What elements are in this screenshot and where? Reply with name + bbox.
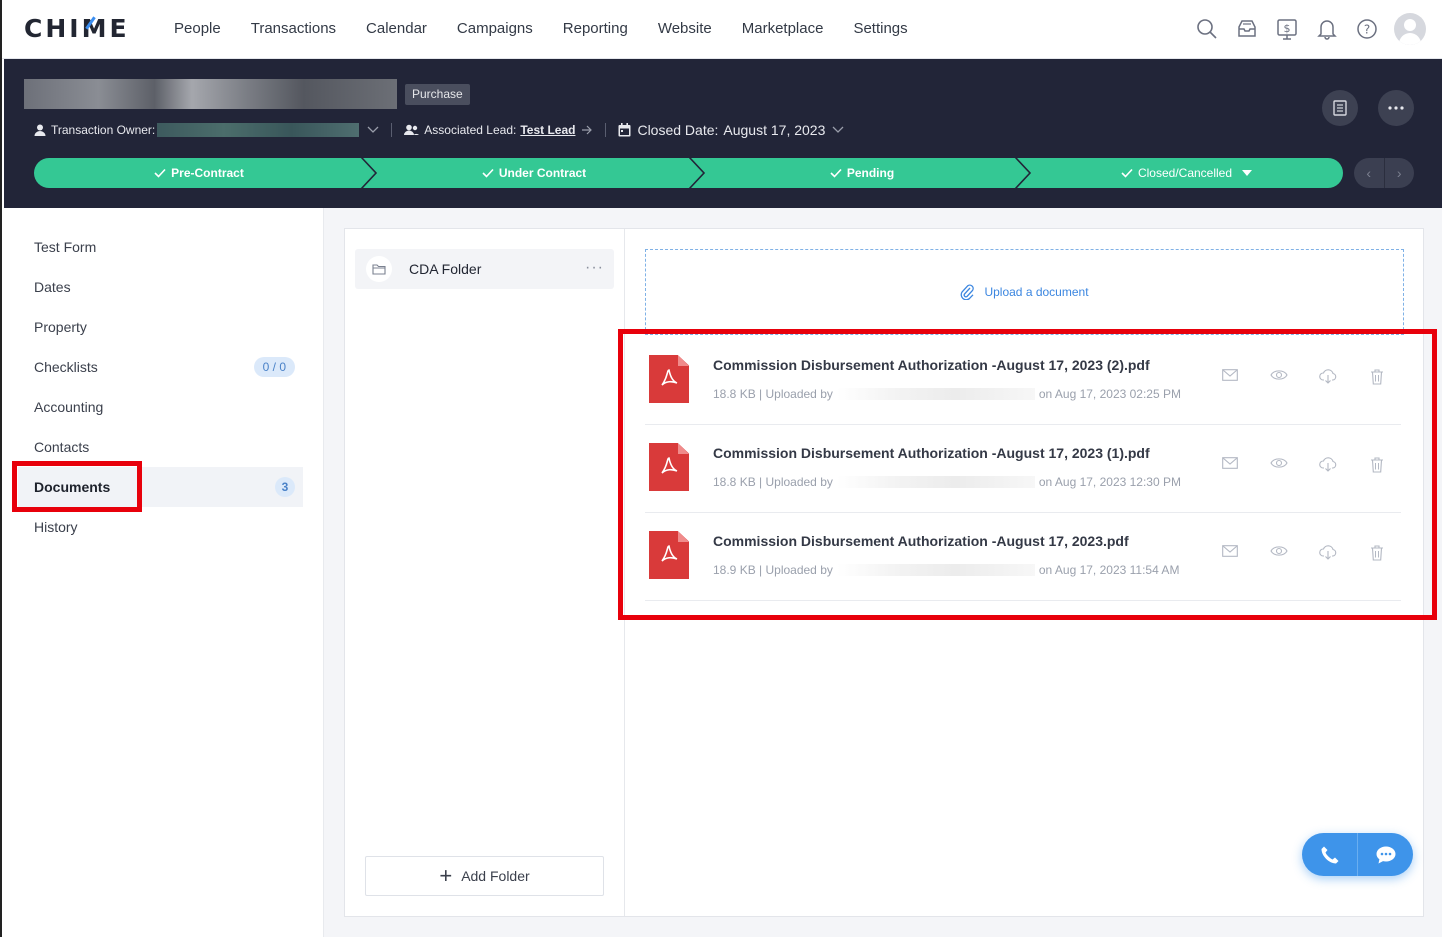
stage-label: Closed/Cancelled: [1137, 166, 1233, 180]
person-icon: [34, 124, 46, 136]
nav-marketplace[interactable]: Marketplace: [742, 20, 824, 37]
stage-under-contract[interactable]: Under Contract: [364, 158, 704, 188]
people-icon: [404, 124, 420, 135]
divider: [391, 123, 393, 137]
documents-count-badge: 3: [275, 477, 295, 497]
check-icon: [1121, 168, 1133, 178]
owner-name-redacted[interactable]: [157, 123, 360, 137]
add-folder-label: Add Folder: [461, 868, 530, 884]
paperclip-icon: [961, 284, 975, 300]
chat-icon[interactable]: [1358, 833, 1413, 876]
sidebar-item-label: History: [34, 519, 78, 535]
stage-label: Pre-Contract: [171, 166, 244, 180]
check-icon: [154, 168, 166, 178]
sidebar-item-label: Contacts: [34, 439, 90, 455]
chime-logo[interactable]: CHIME: [24, 14, 130, 43]
nav-people[interactable]: People: [174, 20, 221, 37]
stage-closed-cancelled[interactable]: Closed/Cancelled: [1030, 158, 1343, 188]
folder-more-icon[interactable]: ···: [585, 259, 604, 277]
chevron-right-icon[interactable]: ›: [1385, 158, 1415, 188]
nav-website[interactable]: Website: [658, 20, 712, 37]
sidebar-item-test-form[interactable]: Test Form: [18, 227, 303, 267]
divider: [605, 123, 607, 137]
stage-scroll-arrows: ‹ ›: [1354, 158, 1414, 188]
nav-reporting[interactable]: Reporting: [563, 20, 628, 37]
check-icon: [830, 168, 842, 178]
checklist-count-badge: 0 / 0: [253, 357, 295, 377]
plus-icon: +: [439, 863, 453, 888]
user-avatar[interactable]: [1394, 13, 1426, 45]
help-icon[interactable]: ?: [1354, 13, 1380, 45]
sidebar-item-dates[interactable]: Dates: [18, 267, 303, 307]
pipeline-stages: Pre-Contract Under Contract Pending Clos…: [34, 157, 1343, 189]
folder-icon: [366, 256, 392, 282]
folder-name: CDA Folder: [409, 261, 482, 277]
transaction-header: Purchase Transaction Owner: Associated L…: [4, 59, 1442, 208]
phone-icon[interactable]: [1302, 833, 1358, 876]
svg-text:$: $: [1284, 22, 1291, 35]
top-nav: CHIME People Transactions Calendar Campa…: [2, 0, 1442, 59]
stage-label: Under Contract: [498, 166, 587, 180]
sidebar-item-checklists[interactable]: Checklists 0 / 0: [18, 347, 303, 387]
transaction-type-tag: Purchase: [405, 84, 470, 105]
check-icon: [482, 168, 494, 178]
document-icon: [1333, 100, 1347, 116]
nav-campaigns[interactable]: Campaigns: [457, 20, 533, 37]
sidebar-item-property[interactable]: Property: [18, 307, 303, 347]
stage-pre-contract[interactable]: Pre-Contract: [34, 158, 364, 188]
sidebar-item-label: Checklists: [34, 359, 98, 375]
inbox-icon[interactable]: [1234, 13, 1260, 45]
svg-text:?: ?: [1364, 23, 1370, 37]
contact-fab: [1302, 833, 1413, 876]
arrow-right-icon[interactable]: [581, 125, 593, 135]
lead-label: Associated Lead:: [424, 123, 517, 137]
ellipsis-icon: [1388, 106, 1404, 110]
notes-button[interactable]: [1322, 90, 1358, 126]
search-icon[interactable]: [1194, 13, 1220, 45]
highlight-box-documents: [12, 461, 142, 512]
chevron-down-icon[interactable]: [832, 126, 844, 134]
owner-label: Transaction Owner:: [51, 123, 156, 137]
app-window: CHIME People Transactions Calendar Campa…: [0, 0, 1442, 937]
nav-calendar[interactable]: Calendar: [366, 20, 427, 37]
sidebar-item-label: Test Form: [34, 239, 97, 255]
sidebar-item-accounting[interactable]: Accounting: [18, 387, 303, 427]
closed-date-label: Closed Date:: [637, 122, 719, 138]
stage-pending[interactable]: Pending: [704, 158, 1020, 188]
folder-list: CDA Folder ··· + Add Folder: [345, 229, 625, 916]
nav-transactions[interactable]: Transactions: [251, 20, 336, 37]
stage-label: Pending: [846, 166, 895, 180]
calendar-icon: [618, 123, 631, 137]
folder-item[interactable]: CDA Folder ···: [355, 249, 614, 289]
sidebar-item-label: Accounting: [34, 399, 104, 415]
upload-dropzone[interactable]: Upload a document: [645, 249, 1404, 335]
caret-down-icon: [1242, 170, 1253, 176]
transaction-title-redacted: [24, 79, 397, 109]
highlight-box-document-list: [618, 329, 1437, 620]
sidebar-item-history[interactable]: History: [18, 507, 303, 547]
upload-label: Upload a document: [984, 285, 1089, 299]
transaction-meta: Transaction Owner: Associated Lead: Test…: [34, 121, 844, 139]
main-nav: People Transactions Calendar Campaigns R…: [174, 20, 938, 37]
nav-settings[interactable]: Settings: [853, 20, 907, 37]
sidebar-item-label: Property: [34, 319, 87, 335]
nav-icon-group: $ ?: [1194, 13, 1426, 45]
lead-link[interactable]: Test Lead: [520, 123, 575, 137]
transaction-sidebar: Test Form Dates Property Checklists 0 / …: [4, 208, 324, 937]
more-options-button[interactable]: [1378, 90, 1414, 126]
sidebar-item-label: Dates: [34, 279, 71, 295]
chevron-down-icon[interactable]: [367, 126, 379, 134]
bell-icon[interactable]: [1314, 13, 1340, 45]
billing-icon[interactable]: $: [1274, 13, 1300, 45]
chevron-left-icon[interactable]: ‹: [1354, 158, 1385, 188]
closed-date-value[interactable]: August 17, 2023: [723, 122, 825, 138]
add-folder-button[interactable]: + Add Folder: [365, 856, 604, 896]
